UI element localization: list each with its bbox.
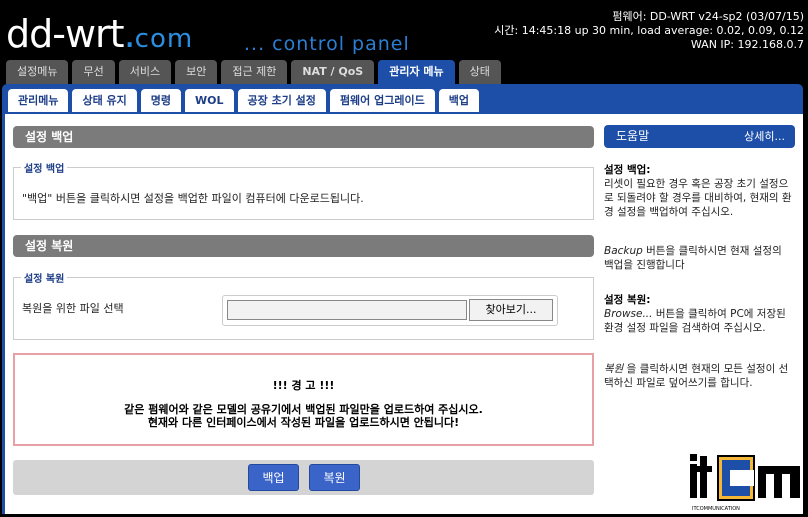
backup-section-header: 설정 백업 xyxy=(13,126,594,148)
warning-line-2: 현재와 다른 인터페이스에서 작성된 파일을 업로드하시면 안됩니다! xyxy=(147,416,460,429)
restore-file-input[interactable] xyxy=(227,300,467,320)
tab-status[interactable]: 상태 xyxy=(458,60,501,84)
restore-section-header: 설정 복원 xyxy=(13,235,594,257)
restore-file-label: 복원을 위한 파일 선택 xyxy=(22,302,124,315)
subtab-management[interactable]: 관리메뉴 xyxy=(8,89,69,112)
restore-legend: 설정 복원 xyxy=(21,270,68,285)
help-backup-2: Backup 버튼을 클릭하시면 현재 설정의 백업을 진행합니다 xyxy=(604,244,794,272)
itcm-subtext: ITCOMMUNICATION xyxy=(692,506,740,512)
tab-wireless[interactable]: 무선 xyxy=(72,60,115,84)
warning-box: !!! 경 고 !!! 같은 펌웨어와 같은 모델의 공유기에서 백업된 파일만… xyxy=(13,353,594,446)
tab-security[interactable]: 보안 xyxy=(175,60,218,84)
firmware-version: 펌웨어: DD-WRT v24-sp2 (03/07/15) xyxy=(612,10,804,23)
help-restore-em: Browse... xyxy=(604,308,653,320)
tagline: ... control panel xyxy=(244,33,410,55)
help-more-link[interactable]: 상세히... xyxy=(744,125,785,148)
subtab-backup[interactable]: 백업 xyxy=(438,89,479,112)
subtab-keep-alive[interactable]: 상태 유지 xyxy=(72,89,137,112)
help-backup: 설정 백업: 리셋이 필요한 경우 혹은 공장 초기 설정으로 되돌려야 할 경… xyxy=(604,163,794,219)
help-title: 도움말 xyxy=(616,129,650,143)
subtab-wol[interactable]: WOL xyxy=(185,89,234,112)
help-backup-text-1: 리셋이 필요한 경우 혹은 공장 초기 설정으로 되돌려야 할 경우를 대비하여… xyxy=(604,178,792,218)
help-backup-head: 설정 백업: xyxy=(604,164,651,176)
browse-button[interactable]: 찾아보기... xyxy=(469,299,553,321)
button-bar xyxy=(13,460,594,495)
tab-setup[interactable]: 설정메뉴 xyxy=(6,60,69,84)
wan-ip: WAN IP: 192.168.0.7 xyxy=(690,38,804,51)
ddwrt-logo[interactable]: dd-wrt.com xyxy=(6,12,193,61)
restore-button[interactable]: 복원 xyxy=(309,464,360,491)
itcm-watermark-logo: ITCOMMUNICATION xyxy=(690,454,800,512)
subtab-commands[interactable]: 명령 xyxy=(140,89,182,112)
tab-administration[interactable]: 관리자 메뉴 xyxy=(378,60,455,84)
backup-button[interactable]: 백업 xyxy=(248,464,299,491)
backup-legend: 설정 백업 xyxy=(21,160,68,175)
tab-nat-qos[interactable]: NAT / QoS xyxy=(291,60,375,84)
help-header: 도움말 상세히... xyxy=(604,125,795,148)
tab-services[interactable]: 서비스 xyxy=(118,60,172,84)
subtab-firmware-upgrade[interactable]: 펌웨어 업그레이드 xyxy=(329,89,435,112)
help-restore-text-2: 을 클릭하시면 현재의 모든 설정이 선택하신 파일로 덮어쓰기를 합니다. xyxy=(604,363,789,389)
subtab-factory-defaults[interactable]: 공장 초기 설정 xyxy=(237,89,326,112)
help-restore-2: 복원 을 클릭하시면 현재의 모든 설정이 선택하신 파일로 덮어쓰기를 합니다… xyxy=(604,362,794,390)
system-info: 펌웨어: DD-WRT v24-sp2 (03/07/15) 시간: 14:45… xyxy=(484,10,804,52)
warning-title: !!! 경 고 !!! xyxy=(272,379,335,392)
help-restore-head: 설정 복원: xyxy=(604,294,651,306)
help-restore-em-2: 복원 xyxy=(604,363,624,375)
backup-description: "백업" 버튼을 클릭하시면 설정을 백업한 파일이 컴퓨터에 다운로드됩니다. xyxy=(22,192,364,205)
tab-access-restrictions[interactable]: 접근 제한 xyxy=(221,60,288,84)
header: dd-wrt.com ... control panel 펌웨어: DD-WRT… xyxy=(0,0,808,86)
uptime: 시간: 14:45:18 up 30 min, load average: 0.… xyxy=(494,24,804,37)
help-restore: 설정 복원: Browse... 버튼을 클릭하여 PC에 저장된 환경 설정 … xyxy=(604,293,794,335)
sub-tabs: 관리메뉴 상태 유지 명령 WOL 공장 초기 설정 펌웨어 업그레이드 백업 xyxy=(8,89,479,112)
main-tabs: 설정메뉴 무선 서비스 보안 접근 제한 NAT / QoS 관리자 메뉴 상태 xyxy=(6,60,501,85)
help-backup-em: Backup xyxy=(604,245,643,257)
